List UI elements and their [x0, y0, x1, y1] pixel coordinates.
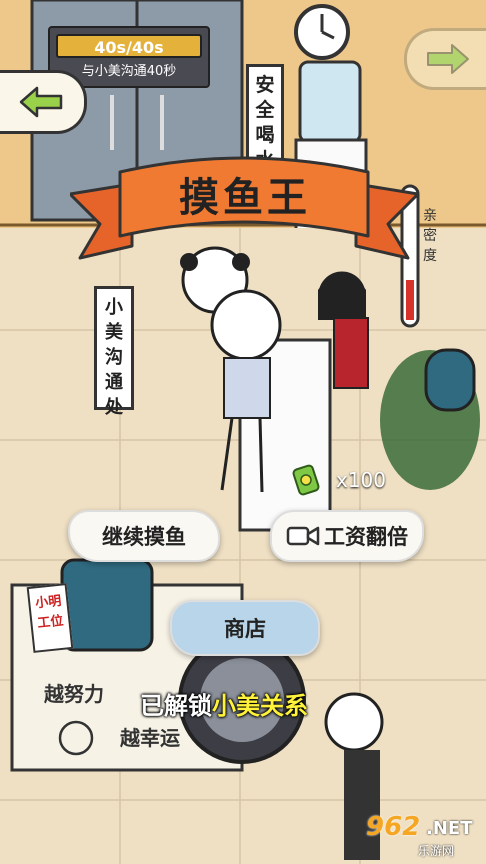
- money-icon: [292, 464, 320, 496]
- sign-char: 处: [105, 397, 123, 418]
- forward-arrow-icon: [427, 44, 469, 74]
- game-scene-background: [0, 0, 486, 864]
- label-char: 度: [423, 248, 437, 264]
- desk-nameplate: 小明 工位: [26, 583, 74, 653]
- next-button[interactable]: [404, 28, 486, 90]
- desk-slogan-line1: 越努力: [44, 682, 104, 706]
- watermark-number: 962: [366, 812, 421, 842]
- sign-char: 全: [255, 99, 275, 121]
- timer-value: 40s/40s: [94, 38, 164, 57]
- watermark-suffix: .NET: [426, 818, 473, 839]
- shop-button[interactable]: 商店: [170, 600, 320, 656]
- desk-slogan-line2: 越幸运: [120, 726, 180, 750]
- sign-char: 安: [255, 74, 275, 96]
- communication-area-sign: 小 美 沟 通 处: [94, 286, 134, 418]
- sign-char: 小: [105, 297, 123, 318]
- double-salary-button[interactable]: 工资翻倍: [270, 510, 424, 562]
- double-salary-label: 工资翻倍: [324, 525, 408, 549]
- game-title: 摸鱼王: [179, 175, 311, 221]
- site-watermark: 962 .NET 乐游网: [356, 812, 484, 860]
- sign-char: 喝: [255, 124, 275, 146]
- label-char: 密: [423, 228, 437, 244]
- video-icon: [286, 526, 320, 546]
- continue-slacking-label: 继续摸鱼: [102, 525, 186, 549]
- unlock-message: 已解锁小美关系: [140, 686, 370, 726]
- label-char: 亲: [423, 208, 437, 224]
- reward-display: x100: [292, 462, 402, 498]
- sign-char: 通: [105, 372, 123, 393]
- nameplate-line: 工位: [36, 613, 65, 632]
- sign-char: 美: [105, 322, 123, 343]
- back-arrow-icon: [19, 86, 63, 118]
- continue-slacking-button[interactable]: 继续摸鱼: [68, 510, 220, 562]
- sign-char: 沟: [105, 347, 123, 368]
- timer-progress-bar: 40s/40s: [56, 34, 202, 58]
- shop-label: 商店: [224, 617, 266, 641]
- watermark-subtitle: 乐游网: [418, 844, 455, 858]
- intimacy-label: 亲 密 度: [418, 206, 442, 266]
- unlock-highlight: 小美关系: [212, 692, 308, 720]
- reward-count: x100: [336, 468, 387, 492]
- unlock-prefix: 已解锁: [140, 692, 212, 720]
- back-button[interactable]: [0, 70, 87, 134]
